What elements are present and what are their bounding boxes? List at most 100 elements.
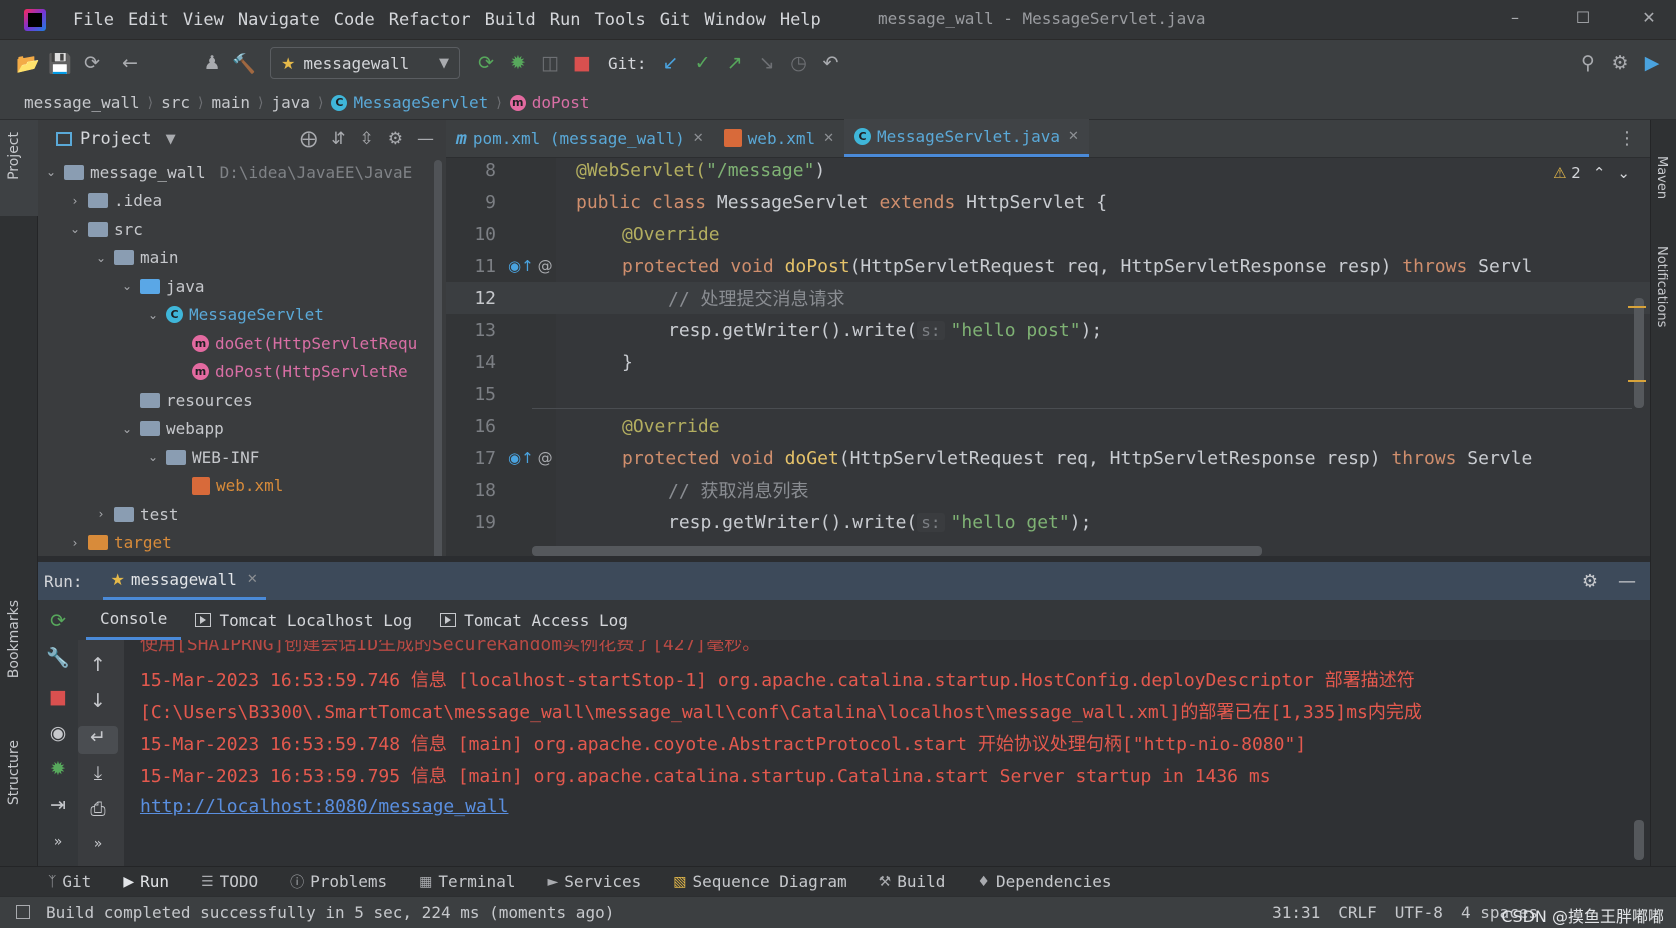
tree-item-target[interactable]: › target xyxy=(38,529,446,557)
run-tab-messagewall[interactable]: ★ messagewall ✕ xyxy=(102,562,266,600)
tree-item-test[interactable]: › test xyxy=(38,500,446,529)
menu-refactor[interactable]: Refactor xyxy=(382,10,478,30)
tool-tab-problems[interactable]: ⓘ Problems xyxy=(290,872,387,892)
save-all-icon[interactable]: 💾 xyxy=(44,47,76,79)
tool-tab-dependencies[interactable]: ♦ Dependencies xyxy=(977,872,1111,891)
more-actions-icon[interactable]: » xyxy=(38,834,78,850)
debug-bug-icon[interactable]: ✹ xyxy=(502,47,534,79)
menu-run[interactable]: Run xyxy=(543,10,588,30)
collapse-all-icon[interactable]: ⇳ xyxy=(360,129,374,149)
close-window-button[interactable]: ✕ xyxy=(1634,8,1664,32)
hide-panel-icon[interactable]: — xyxy=(417,129,434,149)
close-tab-icon[interactable]: ✕ xyxy=(693,131,704,146)
tab-tomcat-access-log[interactable]: Tomcat Access Log xyxy=(426,600,642,640)
tool-tab-terminal[interactable]: ▦ Terminal xyxy=(419,872,515,891)
search-icon[interactable]: ⚲ xyxy=(1572,47,1604,79)
menu-help[interactable]: Help xyxy=(773,10,828,30)
git-rollback-icon[interactable]: ↶ xyxy=(815,47,847,79)
edit-config-wrench-icon[interactable]: 🔧 xyxy=(38,646,78,669)
more-tabs-icon[interactable]: ⋮ xyxy=(1618,128,1636,149)
git-push-icon[interactable]: ↗ xyxy=(719,47,751,79)
override-method-icon[interactable]: ◉↑ xyxy=(508,449,534,467)
open-folder-icon[interactable]: 📂 xyxy=(12,47,44,79)
warning-marker[interactable] xyxy=(1628,306,1646,308)
scroll-up-arrow-icon[interactable]: ↑ xyxy=(78,654,118,676)
override-method-icon[interactable]: ◉↑ xyxy=(508,257,534,275)
tree-item-java[interactable]: ⌄ java xyxy=(38,272,446,301)
settings-gear-icon[interactable]: ⚙ xyxy=(1604,47,1636,79)
git-history-icon[interactable]: ◷ xyxy=(783,47,815,79)
run-settings-gear-icon[interactable]: ⚙ xyxy=(1582,571,1598,592)
tool-tab-git[interactable]: ᛉ Git xyxy=(48,872,91,891)
project-scrollbar[interactable] xyxy=(434,160,442,556)
menu-tools[interactable]: Tools xyxy=(588,10,653,30)
tree-item-messageservlet[interactable]: ⌄ C MessageServlet xyxy=(38,301,446,330)
tool-tab-run[interactable]: ▶ Run xyxy=(123,872,169,891)
exit-icon[interactable]: ⇥ xyxy=(38,794,78,816)
git-pull-icon[interactable]: ↘ xyxy=(751,47,783,79)
sync-icon[interactable]: ⟳ xyxy=(76,47,108,79)
close-tab-icon[interactable]: ✕ xyxy=(1068,129,1079,144)
menu-file[interactable]: File xyxy=(66,10,121,30)
menu-git[interactable]: Git xyxy=(653,10,698,30)
close-tab-icon[interactable]: ✕ xyxy=(823,131,834,146)
tree-item-root[interactable]: ⌄ message_wall D:\idea\JavaEE\JavaE xyxy=(38,158,446,187)
notifications-stripe-button[interactable]: Notifications xyxy=(1654,246,1669,327)
tree-item-dopost[interactable]: m doPost(HttpServletRe xyxy=(38,358,446,387)
breadcrumb-item-main[interactable]: main xyxy=(211,93,250,112)
git-commit-icon[interactable]: ✓ xyxy=(687,47,719,79)
tree-item-webinf[interactable]: ⌄ WEB-INF xyxy=(38,443,446,472)
tree-item-doget[interactable]: m doGet(HttpServletRequ xyxy=(38,329,446,358)
menu-edit[interactable]: Edit xyxy=(121,10,176,30)
scroll-down-arrow-icon[interactable]: ↓ xyxy=(78,690,118,712)
breadcrumb-item-project[interactable]: message_wall xyxy=(24,93,140,112)
console-scrollbar[interactable] xyxy=(1634,820,1644,860)
tree-item-resources[interactable]: resources xyxy=(38,386,446,415)
localhost-link[interactable]: http://localhost:8080/message_wall xyxy=(140,796,508,817)
locate-file-icon[interactable]: ⨁ xyxy=(300,129,317,149)
annotation-icon[interactable]: @ xyxy=(538,257,553,275)
run-configuration-dropdown[interactable]: ★ messagewall ▼ xyxy=(270,47,460,79)
code-editor[interactable]: ⚠ 2 ⌃ ⌄ 8 @WebServlet("/message") 9 publ… xyxy=(446,158,1650,556)
chevron-down-icon[interactable]: ▼ xyxy=(166,132,176,147)
stop-icon[interactable]: ■ xyxy=(566,47,598,79)
tab-tomcat-localhost-log[interactable]: Tomcat Localhost Log xyxy=(181,600,426,640)
caret-position[interactable]: 31:31 xyxy=(1272,903,1320,922)
hide-panel-icon[interactable]: — xyxy=(1618,571,1636,592)
soft-wrap-icon[interactable]: ↵ xyxy=(78,726,118,754)
close-tab-icon[interactable]: ✕ xyxy=(247,572,258,587)
panel-settings-gear-icon[interactable]: ⚙ xyxy=(388,129,403,149)
structure-stripe-button[interactable]: Structure xyxy=(6,740,22,805)
rerun-icon[interactable]: ⟳ xyxy=(470,47,502,79)
breadcrumb-item-method[interactable]: doPost xyxy=(532,93,590,112)
bookmarks-stripe-button[interactable]: Bookmarks xyxy=(6,600,22,678)
line-separator[interactable]: CRLF xyxy=(1338,903,1377,922)
expand-all-icon[interactable]: ⇵ xyxy=(331,129,345,149)
breadcrumb-item-java[interactable]: java xyxy=(271,93,310,112)
breadcrumb-item-class[interactable]: MessageServlet xyxy=(353,93,488,112)
tree-item-main[interactable]: ⌄ main xyxy=(38,244,446,273)
tab-web-xml[interactable]: web.xml ✕ xyxy=(714,119,844,157)
tab-pom-xml[interactable]: m pom.xml (message_wall) ✕ xyxy=(446,119,714,157)
tree-item-webapp[interactable]: ⌄ webapp xyxy=(38,415,446,444)
annotation-icon[interactable]: @ xyxy=(538,449,553,467)
debug-icon[interactable]: ✹ xyxy=(38,758,78,780)
menu-window[interactable]: Window xyxy=(697,10,772,30)
scroll-to-end-icon[interactable]: ⤓ xyxy=(78,762,118,784)
tab-messageservlet[interactable]: C MessageServlet.java ✕ xyxy=(844,119,1089,157)
project-stripe-button[interactable]: Project xyxy=(6,132,22,180)
editor-vertical-scrollbar[interactable] xyxy=(1634,298,1644,408)
user-dropdown-icon[interactable]: ♟ xyxy=(196,47,228,79)
tab-console[interactable]: Console xyxy=(86,600,182,640)
menu-view[interactable]: View xyxy=(176,10,231,30)
tool-tab-services[interactable]: ► Services xyxy=(547,872,641,891)
coverage-icon[interactable]: ◫ xyxy=(534,47,566,79)
breadcrumb-item-src[interactable]: src xyxy=(161,93,190,112)
toggle-tool-windows-icon[interactable] xyxy=(16,905,30,919)
maximize-button[interactable]: ☐ xyxy=(1568,8,1598,32)
minimize-button[interactable]: – xyxy=(1500,8,1530,32)
tool-tab-todo[interactable]: ☰ TODO xyxy=(201,872,258,891)
menu-code[interactable]: Code xyxy=(327,10,382,30)
project-panel-title[interactable]: Project xyxy=(80,129,152,149)
maven-stripe-button[interactable]: Maven xyxy=(1654,156,1669,199)
